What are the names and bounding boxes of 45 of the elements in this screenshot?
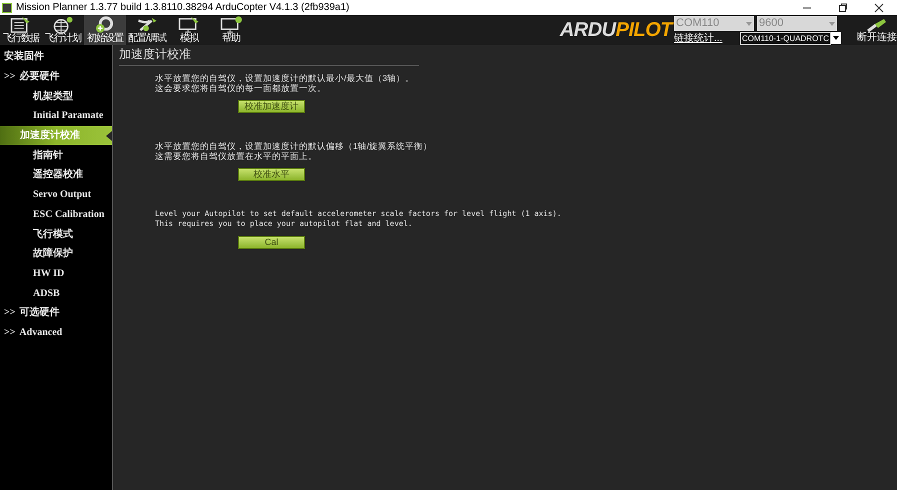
window-title: Mission Planner 1.3.77 build 1.3.8110.38294 ArduCopter V4.1.3 (2fb939a1) bbox=[16, 1, 350, 15]
toolbar-button[interactable]: 模拟 bbox=[168, 15, 210, 45]
instruction-text: 这会要求您将自驾仪的每一面都放置一次。 bbox=[155, 83, 327, 93]
sidebar-item[interactable]: 飞行模式 bbox=[0, 224, 112, 244]
sidebar-item[interactable]: Servo Output bbox=[0, 184, 112, 204]
instruction-text: 这需要您将自驾仪放置在水平的平面上。 bbox=[155, 151, 318, 161]
caret-icon bbox=[746, 22, 752, 26]
calibrate-button[interactable]: 校准水平 bbox=[238, 168, 305, 181]
sidebar-item[interactable]: Initial Paramate bbox=[0, 106, 112, 126]
sidebar-item[interactable]: >> Advanced bbox=[0, 322, 112, 342]
disconnect-button[interactable]: 断开连接 bbox=[857, 17, 897, 43]
toolbar-button[interactable]: 帮助 bbox=[210, 15, 252, 45]
page-title: 加速度计校准 bbox=[119, 46, 192, 62]
expand-marker: >> bbox=[4, 306, 16, 320]
toolbar-button[interactable]: 飞行计划 bbox=[42, 15, 84, 45]
pointer-arrow-icon bbox=[106, 130, 112, 141]
sidebar-item[interactable]: 机架类型 bbox=[0, 86, 112, 106]
plug-icon bbox=[865, 17, 889, 33]
help-monitor-icon bbox=[218, 15, 244, 34]
sidebar-item[interactable]: >> 必要硬件 bbox=[0, 66, 112, 86]
ardupilot-logo: ARDUPILOT bbox=[560, 20, 672, 40]
sidebar-item[interactable]: 故障保护 bbox=[0, 244, 112, 264]
sidebar-item[interactable]: 遥控器校准 bbox=[0, 165, 112, 185]
expand-marker: >> bbox=[4, 70, 16, 84]
sidebar-item[interactable]: 安装固件 bbox=[0, 47, 112, 67]
sidebar-item[interactable]: ESC Calibration bbox=[0, 204, 112, 224]
app-icon bbox=[2, 2, 12, 12]
caret-icon bbox=[832, 36, 839, 40]
vehicle-dropdown[interactable]: COM110-1-QUADROTC bbox=[740, 32, 841, 44]
close-icon[interactable] bbox=[874, 2, 884, 12]
sidebar-item[interactable]: 指南针 bbox=[0, 145, 112, 166]
instruction-text: 水平放置您的自驾仪，设置加速度计的默认偏移（1轴/旋翼系统平衡） bbox=[155, 141, 434, 151]
sidebar-item[interactable]: ADSB bbox=[0, 283, 112, 303]
toolbar-button[interactable]: 配置/调试 bbox=[126, 15, 168, 45]
sidebar-item[interactable]: >> 可选硬件 bbox=[0, 302, 112, 323]
expand-marker: >> bbox=[4, 326, 16, 340]
toolbar-button[interactable]: 飞行数据 bbox=[0, 15, 42, 45]
calibrate-button[interactable]: 校准加速度计 bbox=[238, 100, 305, 113]
calibrate-button[interactable]: Cal bbox=[238, 236, 305, 249]
maximize-icon[interactable] bbox=[838, 2, 848, 12]
caret-icon bbox=[829, 22, 835, 26]
sidebar-item[interactable]: HW ID bbox=[0, 264, 112, 284]
instruction-text: 水平放置您的自驾仪，设置加速度计的默认最小/最大值（3轴）。 bbox=[155, 73, 416, 83]
toolbar-button[interactable]: 初始设置 bbox=[84, 15, 126, 45]
link-stats-link[interactable]: 链接统计... bbox=[674, 32, 740, 44]
